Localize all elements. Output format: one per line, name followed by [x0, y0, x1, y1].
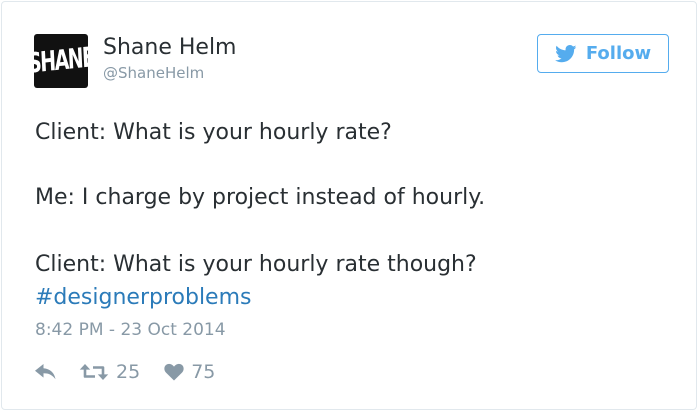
retweet-button[interactable]: 25	[79, 360, 141, 383]
follow-button[interactable]: Follow	[537, 34, 669, 73]
retweet-count: 25	[116, 360, 141, 383]
avatar-logo-text: SHANE	[34, 41, 88, 80]
tweet-timestamp[interactable]: 8:42 PM - 23 Oct 2014	[35, 320, 226, 340]
like-count: 75	[191, 360, 216, 383]
follow-label: Follow	[585, 42, 652, 64]
reply-arrow-icon	[35, 364, 56, 380]
retweet-icon	[79, 364, 109, 380]
author-handle[interactable]: @ShaneHelm	[103, 64, 204, 82]
tweet-text-line: Client: What is your hourly rate though?	[35, 252, 477, 277]
like-button[interactable]: 75	[164, 360, 216, 383]
tweet-actions: 25 75	[35, 359, 215, 385]
tweet-text-line: Client: What is your hourly rate?	[35, 120, 392, 145]
tweet-text-line: Me: I charge by project instead of hourl…	[35, 185, 486, 210]
hashtag-link[interactable]: #designerproblems	[35, 285, 252, 311]
reply-button[interactable]	[35, 364, 57, 380]
avatar[interactable]: SHANE	[34, 34, 88, 88]
heart-icon	[164, 363, 184, 381]
tweet-card: SHANE Shane Helm @ShaneHelm Follow Clien…	[1, 1, 697, 410]
twitter-bird-icon	[554, 44, 577, 62]
author-name[interactable]: Shane Helm	[103, 35, 236, 61]
